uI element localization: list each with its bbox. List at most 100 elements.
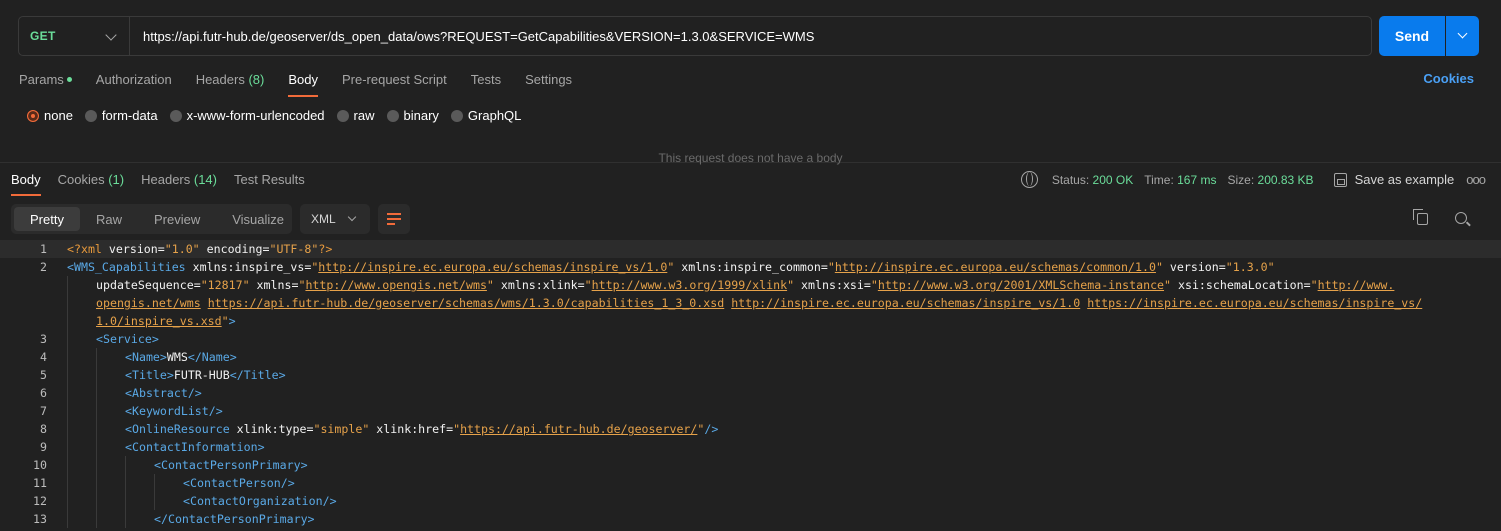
token-url[interactable]: 1.0/inspire_vs.xsd (96, 314, 222, 328)
format-label: XML (311, 212, 336, 226)
status-item[interactable]: Status: 200 OK (1052, 173, 1133, 187)
code-text: <Name>WMS</Name> (125, 348, 237, 366)
tab-settings[interactable]: Settings (525, 70, 572, 96)
tab-authorization[interactable]: Authorization (96, 70, 172, 96)
indent-guide (96, 420, 97, 438)
copy-icon[interactable] (1413, 209, 1428, 225)
view-raw-button[interactable]: Raw (80, 207, 138, 231)
tab-params[interactable]: Params (19, 70, 72, 96)
wrap-lines-button[interactable] (378, 204, 410, 234)
token-attr: xmlns:xsi= (794, 278, 871, 292)
tab-pre-request-script[interactable]: Pre-request Script (342, 70, 447, 96)
cookies-link[interactable]: Cookies (1423, 71, 1474, 86)
token-url[interactable]: http://www.w3.org/1999/xlink (592, 278, 787, 292)
line-number: 10 (33, 458, 47, 472)
time-label: Time: (1144, 172, 1174, 187)
chevron-down-icon (347, 212, 357, 222)
size-item[interactable]: Size: 200.83 KB (1227, 173, 1313, 187)
response-tab-cookies[interactable]: Cookies (1) (58, 171, 124, 195)
token-tag: </Name> (187, 350, 237, 364)
view-preview-button[interactable]: Preview (138, 207, 216, 231)
token-tag: <Title> (125, 368, 174, 382)
token-url[interactable]: http://www. (1318, 278, 1395, 292)
token-url[interactable]: http://www.opengis.net/wms (305, 278, 486, 292)
indent-guide (67, 420, 68, 438)
response-tab-body[interactable]: Body (11, 171, 41, 196)
radio-button[interactable] (386, 109, 399, 122)
body-type-x-www-form-urlencoded[interactable]: x-www-form-urlencoded (169, 108, 325, 123)
body-type-form-data[interactable]: form-data (84, 108, 158, 123)
body-type-graphql[interactable]: GraphQL (450, 108, 521, 123)
more-options-icon[interactable]: ooo (1466, 172, 1486, 187)
body-type-raw[interactable]: raw (336, 108, 375, 123)
token-str: "1.3.0" (1225, 260, 1275, 274)
size-label: Size: (1227, 172, 1255, 187)
url-input[interactable] (130, 17, 1371, 55)
save-icon[interactable] (1333, 172, 1347, 187)
token-url[interactable]: http://www.w3.org/2001/XMLSchema-instanc… (878, 278, 1164, 292)
indent-guide (96, 510, 97, 528)
token-tag: <ContactPersonPrimary> (154, 458, 308, 472)
token-url[interactable]: https://api.futr-hub.de/geoserver/ (460, 422, 697, 436)
radio-button[interactable] (336, 109, 349, 122)
token-url[interactable]: http://inspire.ec.europa.eu/schemas/comm… (835, 260, 1156, 274)
indent-guide (67, 402, 68, 420)
tab-label: Authorization (95, 72, 172, 87)
tab-label: Cookies (57, 172, 105, 187)
send-button[interactable]: Send (1379, 16, 1445, 56)
format-select[interactable]: XML (300, 204, 370, 234)
line-number: 13 (33, 512, 47, 526)
tab-count-badge: (1) (104, 172, 125, 187)
token-url[interactable]: https://inspire.ec.europa.eu/schemas/ins… (1087, 296, 1422, 310)
code-text: <?xml version="1.0" encoding="UTF-8"?> (67, 240, 332, 258)
token-tag: <KeywordList/> (125, 404, 223, 418)
method-select[interactable]: GET (19, 17, 130, 55)
tab-label: Body (11, 172, 41, 187)
radio-label: binary (403, 108, 439, 123)
view-pretty-button[interactable]: Pretty (14, 207, 80, 231)
radio-button[interactable] (27, 109, 39, 122)
indent-guide (67, 438, 68, 456)
size-value: 200.83 KB (1257, 172, 1314, 187)
code-line: 9 <ContactInformation> (0, 438, 1501, 456)
code-line: 1.0/inspire_vs.xsd"> (0, 312, 1501, 330)
code-text: <OnlineResource xlink:type="simple" xlin… (125, 420, 718, 438)
response-tab-test-results[interactable]: Test Results (234, 171, 305, 195)
token-url[interactable]: https://api.futr-hub.de/geoserver/schema… (208, 296, 725, 310)
response-body-code[interactable]: 1 <?xml version="1.0" encoding="UTF-8"?> 2… (0, 240, 1501, 531)
token-tag: <OnlineResource (125, 422, 230, 436)
tab-tests[interactable]: Tests (471, 70, 501, 96)
globe-icon[interactable] (1020, 171, 1038, 188)
radio-button[interactable] (450, 109, 463, 122)
token-attr: xlink:type= (229, 422, 314, 436)
tab-headers[interactable]: Headers (8) (196, 70, 265, 96)
response-tab-headers[interactable]: Headers (14) (141, 171, 217, 195)
radio-button[interactable] (169, 109, 182, 122)
body-type-binary[interactable]: binary (386, 108, 439, 123)
search-icon[interactable] (1455, 212, 1467, 224)
code-line: updateSequence="12817" xmlns="http://www… (0, 276, 1501, 294)
token-str: " (1310, 278, 1318, 292)
token-attr: xsi:schemaLocation= (1171, 278, 1311, 292)
time-item[interactable]: Time: 167 ms (1144, 173, 1216, 187)
token-tag: </Title> (229, 368, 286, 382)
token-url[interactable]: opengis.net/wms (96, 296, 201, 310)
indent-guide (125, 510, 126, 528)
radio-label: raw (353, 108, 375, 123)
view-visualize-button[interactable]: Visualize (216, 207, 300, 231)
code-text: <Abstract/> (125, 384, 202, 402)
token-url[interactable]: http://inspire.ec.europa.eu/schemas/insp… (731, 296, 1080, 310)
line-number: 12 (33, 494, 47, 508)
radio-button[interactable] (84, 109, 97, 122)
save-as-example-button[interactable]: Save as example (1355, 172, 1455, 187)
token-str: " (1164, 278, 1172, 292)
body-type-none[interactable]: none (27, 108, 73, 123)
code-text: <ContactPersonPrimary> (154, 456, 308, 474)
line-number: 9 (40, 440, 47, 454)
code-text: <ContactInformation> (125, 438, 265, 456)
tab-body[interactable]: Body (288, 70, 318, 97)
token-url[interactable]: http://inspire.ec.europa.eu/schemas/insp… (318, 260, 667, 274)
token-str: " (453, 422, 461, 436)
send-options-button[interactable] (1446, 16, 1479, 56)
status-value: 200 OK (1092, 172, 1134, 187)
